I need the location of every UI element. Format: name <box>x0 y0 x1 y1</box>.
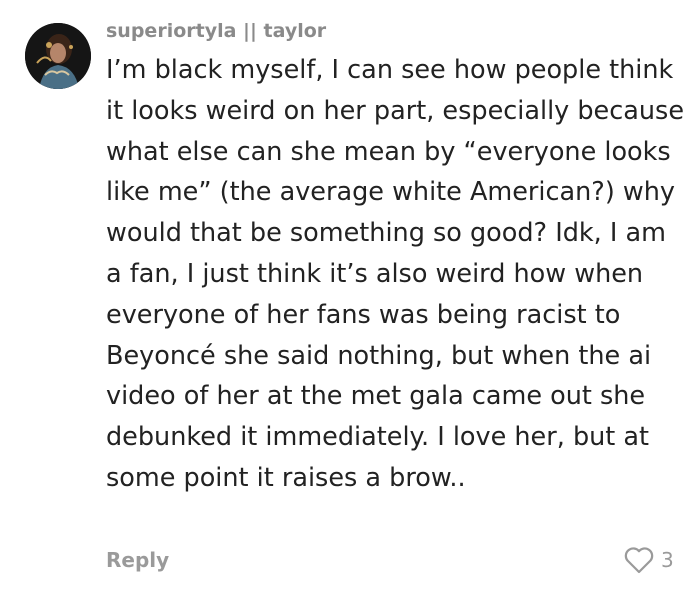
avatar[interactable] <box>25 23 91 89</box>
comment-text: I’m black myself, I can see how people t… <box>106 55 685 493</box>
like-button[interactable]: 3 <box>623 546 674 574</box>
username[interactable]: superiortyla || taylor <box>106 20 326 42</box>
avatar-image <box>25 23 91 89</box>
like-count: 3 <box>661 548 674 572</box>
reply-button[interactable]: Reply <box>106 548 169 572</box>
heart-outline-icon <box>624 547 654 574</box>
